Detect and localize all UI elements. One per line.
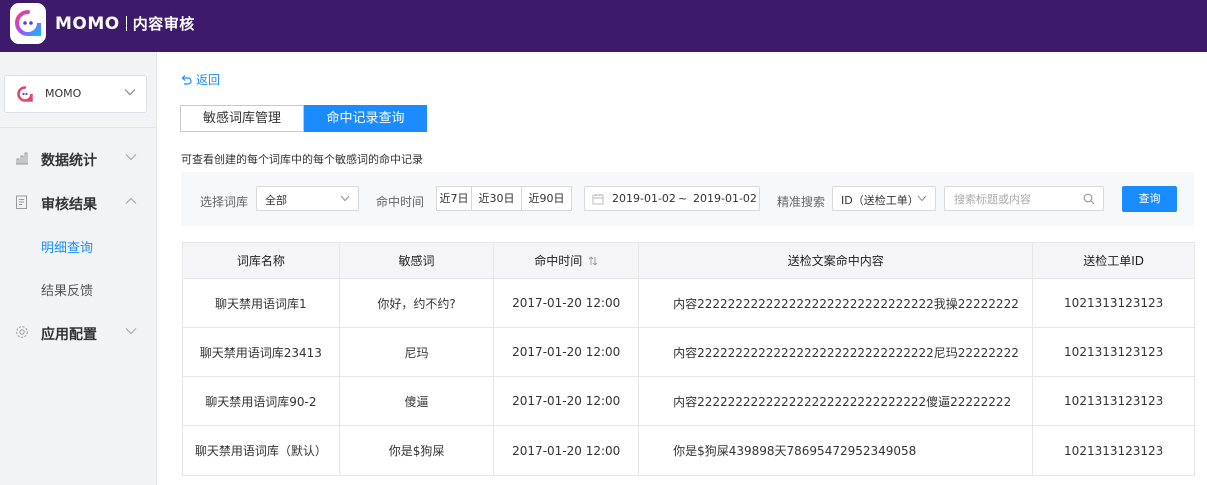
range-90d-button[interactable]: 近90日 <box>521 186 572 211</box>
range-30d-button[interactable]: 近30日 <box>471 186 522 211</box>
sidebar-subitem-detail-query[interactable]: 明细查询 <box>41 237 93 256</box>
app-select[interactable]: MOMO <box>4 75 147 113</box>
sidebar-subitem-result-feedback[interactable]: 结果反馈 <box>41 280 93 299</box>
search-box <box>944 186 1104 211</box>
col-header-ticket-id: 送检工单ID <box>1083 254 1145 268</box>
cell-hit-content: 你是$狗屎439898天78695472952349058 <box>639 426 1034 475</box>
bar-chart-icon <box>16 152 28 165</box>
filter-bar: 选择词库 全部 命中时间 近7日 近30日 近90日 2019-01-02 ~ … <box>181 172 1194 226</box>
range-7d-button[interactable]: 近7日 <box>436 186 472 211</box>
cell-library: 聊天禁用语词库（默认） <box>183 426 340 475</box>
sidebar-item-app-config[interactable]: 应用配置 <box>0 317 157 347</box>
top-bar: MOMO 内容审核 <box>0 0 1207 52</box>
back-label: 返回 <box>196 73 221 87</box>
cell-library: 聊天禁用语词库23413 <box>183 328 340 376</box>
precise-search-label: 精准搜索 <box>777 195 826 209</box>
calendar-icon <box>592 194 604 205</box>
col-header-hit-time[interactable]: 命中时间 <box>494 243 640 278</box>
hit-records-table: 词库名称 敏感词 命中时间 送检文案命中内容 送检工单ID 聊天禁用语词库1 你… <box>182 242 1195 476</box>
tab-sensitive-library[interactable]: 敏感词库管理 <box>180 105 304 132</box>
cell-sensitive-word: 你好，约不约? <box>340 279 495 327</box>
table-row: 聊天禁用语词库90-2 傻逼 2017-01-20 12:00 内容222222… <box>183 377 1194 426</box>
cell-library: 聊天禁用语词库1 <box>183 279 340 327</box>
cell-hit-time: 2017-01-20 12:00 <box>494 377 640 425</box>
time-filter-label: 命中时间 <box>376 195 425 209</box>
cell-hit-time: 2017-01-20 12:00 <box>494 426 640 475</box>
table-row: 聊天禁用语词库23413 尼玛 2017-01-20 12:00 内容22222… <box>183 328 1194 377</box>
col-header-hit-content: 送检文案命中内容 <box>639 243 1034 278</box>
chevron-up-icon <box>125 197 137 204</box>
cell-hit-content: 内容2222222222222222222222222222222我操22222… <box>639 279 1034 327</box>
table-row: 聊天禁用语词库1 你好，约不约? 2017-01-20 12:00 内容2222… <box>183 279 1194 328</box>
back-link[interactable]: 返回 <box>180 71 220 88</box>
chevron-down-icon <box>125 328 137 335</box>
cell-sensitive-word: 傻逼 <box>340 377 495 425</box>
cell-hit-time: 2017-01-20 12:00 <box>494 328 640 376</box>
cell-ticket-id: 1021313123123 <box>1064 394 1164 408</box>
sidebar-item-label: 应用配置 <box>41 327 97 343</box>
search-icon[interactable] <box>1083 193 1095 205</box>
brand-title: MOMO 内容审核 <box>55 13 195 34</box>
cell-hit-content: 内容2222222222222222222222222222222尼玛22222… <box>639 328 1034 376</box>
page-hint: 可查看创建的每个词库中的每个敏感词的命中记录 <box>181 153 423 166</box>
search-input[interactable] <box>954 191 1079 207</box>
chevron-down-icon <box>340 195 350 202</box>
date-end: 2019-01-02 <box>693 192 757 205</box>
cell-sensitive-word: 你是$狗屎 <box>340 426 495 475</box>
table-row: 聊天禁用语词库（默认） 你是$狗屎 2017-01-20 12:00 你是$狗屎… <box>183 426 1194 475</box>
cell-ticket-id: 1021313123123 <box>1064 296 1164 310</box>
momo-mini-logo-icon <box>17 86 33 102</box>
time-range-group: 近7日 近30日 近90日 <box>436 186 572 211</box>
table-header: 词库名称 敏感词 命中时间 送检文案命中内容 送检工单ID <box>183 243 1194 279</box>
precise-search-value: ID（送检工单） <box>841 194 919 207</box>
cell-sensitive-word: 尼玛 <box>340 328 495 376</box>
col-header-library: 词库名称 <box>183 243 340 278</box>
cell-ticket-id: 1021313123123 <box>1064 443 1164 458</box>
chevron-down-icon <box>124 89 136 96</box>
tab-hit-records[interactable]: 命中记录查询 <box>304 105 427 132</box>
library-select[interactable]: 全部 <box>256 186 359 211</box>
brand-separator <box>125 16 127 31</box>
date-range-picker[interactable]: 2019-01-02 ~ 2019-01-02 <box>584 186 760 211</box>
gear-icon <box>16 326 28 338</box>
sidebar-divider <box>0 127 157 128</box>
library-select-value: 全部 <box>265 194 287 207</box>
cell-hit-time: 2017-01-20 12:00 <box>494 279 640 327</box>
precise-search-select[interactable]: ID（送检工单） <box>832 186 936 211</box>
sidebar-item-statistics[interactable]: 数据统计 <box>0 143 157 173</box>
library-filter-label: 选择词库 <box>200 195 249 209</box>
tab-bar: 敏感词库管理 命中记录查询 <box>180 105 427 132</box>
cell-hit-content: 内容222222222222222222222222222222傻逼222222… <box>639 377 1034 425</box>
cell-library: 聊天禁用语词库90-2 <box>183 377 340 425</box>
cell-ticket-id: 1021313123123 <box>1064 345 1164 359</box>
date-separator: ~ <box>678 192 688 205</box>
app-select-value: MOMO <box>45 87 82 100</box>
sidebar-item-label: 数据统计 <box>41 153 97 169</box>
momo-logo <box>10 3 46 44</box>
document-icon <box>16 195 27 209</box>
chevron-down-icon <box>125 154 137 161</box>
sidebar-item-review-results[interactable]: 审核结果 <box>0 187 157 217</box>
chevron-down-icon <box>917 195 927 202</box>
brand-subtitle: 内容审核 <box>132 15 195 33</box>
col-header-sensitive-word: 敏感词 <box>340 243 495 278</box>
back-arrow-icon <box>181 74 192 85</box>
sidebar-item-label: 审核结果 <box>41 197 97 213</box>
date-start: 2019-01-02 <box>612 192 676 205</box>
query-button[interactable]: 查询 <box>1122 186 1177 212</box>
sidebar: MOMO 数据统计 审核结果 明细查询 结果反馈 应用配置 <box>0 52 157 485</box>
brand-name: MOMO <box>55 13 120 34</box>
sort-icon[interactable] <box>588 255 598 266</box>
col-header-hit-time-label: 命中时间 <box>534 254 583 268</box>
